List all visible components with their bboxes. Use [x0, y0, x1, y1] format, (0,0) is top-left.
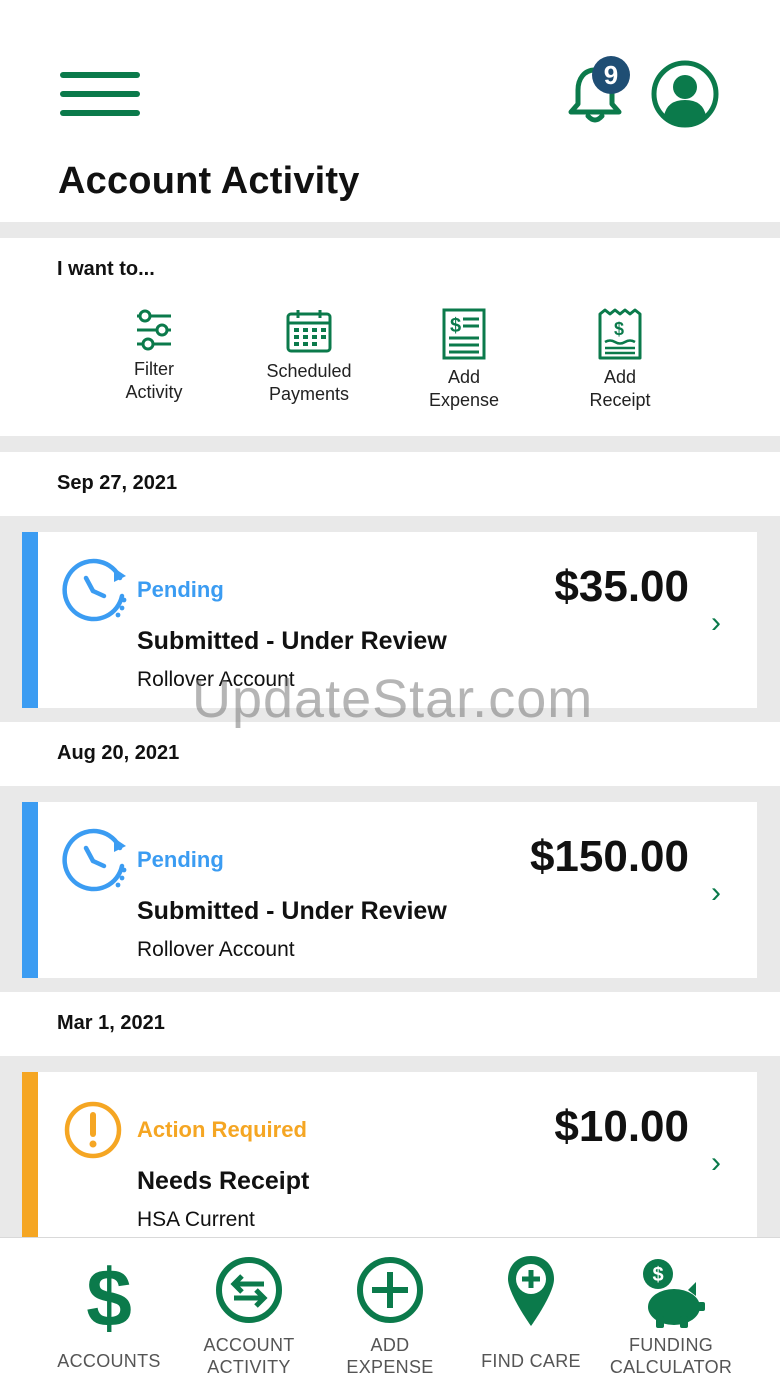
nav-account-activity-label: ACCOUNT ACTIVITY	[203, 1335, 295, 1377]
nav-funding-calculator[interactable]: $ FUNDING CALCULATOR	[601, 1252, 741, 1378]
add-expense-label: Add Expense	[428, 367, 500, 410]
filter-sliders-icon	[137, 309, 171, 351]
chevron-right-icon: ›	[711, 606, 721, 639]
profile-avatar-icon[interactable]	[651, 60, 719, 128]
nav-find-care-label: FIND CARE	[481, 1351, 581, 1371]
status-label: Pending	[137, 577, 224, 602]
nav-account-activity[interactable]: ACCOUNT ACTIVITY	[179, 1252, 319, 1378]
add-receipt-button[interactable]: $ Add Receipt	[550, 308, 690, 412]
account-name: Rollover Account	[137, 938, 295, 961]
quick-actions-title: I want to...	[57, 258, 155, 280]
status-label: Pending	[137, 847, 224, 872]
pending-clock-icon	[62, 558, 127, 622]
nav-accounts[interactable]: $ ACCOUNTS	[39, 1252, 179, 1372]
add-receipt-label: Add Receipt	[589, 367, 651, 410]
status-stripe	[22, 1072, 38, 1248]
bottom-navigation: $ ACCOUNTS ACCOUNT ACTIVITY ADD EXPENSE …	[0, 1237, 780, 1387]
page-title: Account Activity	[58, 160, 360, 202]
status-label: Action Required	[137, 1117, 307, 1142]
date-header: Sep 27, 2021	[0, 452, 780, 516]
pending-clock-icon	[62, 828, 127, 892]
date-header: Aug 20, 2021	[0, 722, 780, 786]
svg-text:$: $	[450, 315, 461, 337]
add-expense-button[interactable]: $ Add Expense	[394, 308, 534, 412]
filter-activity-label: Filter Activity	[125, 359, 183, 402]
nav-accounts-label: ACCOUNTS	[57, 1351, 161, 1371]
quick-actions-panel: I want to... Filter Activity Scheduled P…	[0, 238, 780, 436]
section-divider	[0, 436, 780, 452]
claim-status-title: Submitted - Under Review	[137, 897, 447, 925]
amount: $10.00	[554, 1102, 689, 1151]
nav-add-expense-label: ADD EXPENSE	[346, 1335, 434, 1377]
dollar-icon: $	[86, 1253, 132, 1334]
map-pin-plus-icon	[508, 1256, 554, 1326]
exchange-icon	[216, 1257, 282, 1323]
claim-status-title: Submitted - Under Review	[137, 627, 447, 655]
svg-text:$: $	[614, 319, 624, 339]
date-label: Mar 1, 2021	[57, 1012, 165, 1034]
section-divider	[0, 222, 780, 238]
status-stripe	[22, 802, 38, 978]
app-header: 9 Account Activity	[0, 0, 780, 222]
alert-exclamation-icon	[64, 1101, 122, 1159]
calendar-icon	[286, 310, 332, 353]
amount: $150.00	[529, 832, 689, 881]
svg-text:$: $	[652, 1264, 663, 1286]
chevron-right-icon: ›	[711, 876, 721, 909]
date-label: Aug 20, 2021	[57, 742, 180, 764]
claim-status-title: Needs Receipt	[137, 1167, 310, 1195]
activity-card[interactable]: Pending $150.00 Submitted - Under Review…	[22, 802, 757, 978]
expense-document-icon: $	[442, 308, 486, 360]
scheduled-payments-button[interactable]: Scheduled Payments	[239, 308, 379, 406]
amount: $35.00	[554, 562, 689, 611]
scheduled-payments-label: Scheduled Payments	[266, 361, 352, 404]
menu-icon[interactable]	[60, 72, 140, 116]
nav-find-care[interactable]: FIND CARE	[461, 1252, 601, 1372]
notification-count-badge: 9	[592, 56, 630, 94]
filter-activity-button[interactable]: Filter Activity	[84, 308, 224, 404]
date-label: Sep 27, 2021	[57, 472, 178, 494]
svg-text:$: $	[86, 1253, 132, 1334]
nav-funding-calculator-label: FUNDING CALCULATOR	[609, 1335, 733, 1377]
piggy-bank-icon: $	[643, 1259, 705, 1328]
status-stripe	[22, 532, 38, 708]
chevron-right-icon: ›	[711, 1146, 721, 1179]
plus-circle-icon	[357, 1257, 423, 1323]
activity-card[interactable]: Action Required $10.00 Needs Receipt HSA…	[22, 1072, 757, 1248]
account-name: HSA Current	[137, 1208, 255, 1231]
date-header: Mar 1, 2021	[0, 992, 780, 1056]
watermark: UpdateStar.com	[192, 669, 594, 729]
receipt-icon: $	[598, 308, 642, 360]
nav-add-expense[interactable]: ADD EXPENSE	[320, 1252, 460, 1378]
